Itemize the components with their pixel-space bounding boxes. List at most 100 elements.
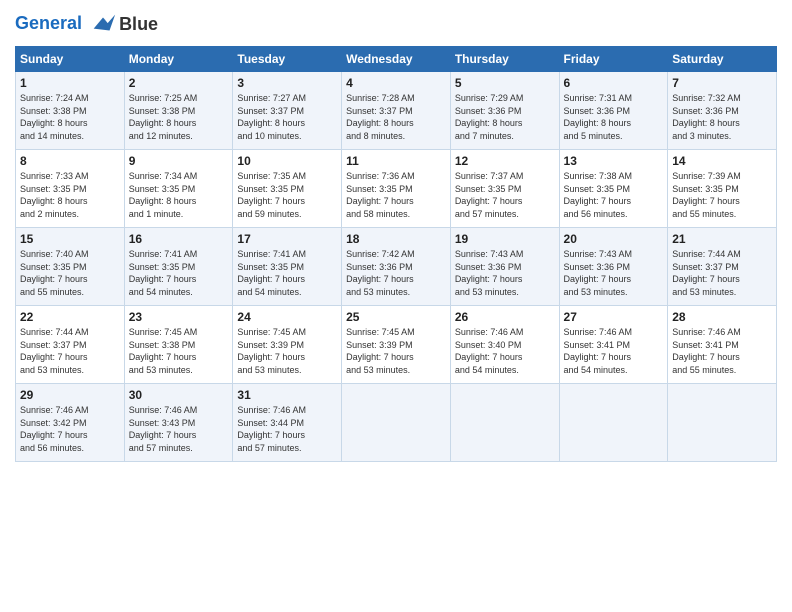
calendar-cell [450, 384, 559, 462]
calendar-week-row: 8 Sunrise: 7:33 AMSunset: 3:35 PMDaylight… [16, 150, 777, 228]
logo-bird-icon [89, 10, 117, 38]
calendar-cell: 24Sunrise: 7:45 AMSunset: 3:39 PMDayligh… [233, 306, 342, 384]
day-number: 9 [129, 154, 229, 168]
day-info: Sunrise: 7:39 AMSunset: 3:35 PMDaylight:… [672, 170, 772, 220]
calendar-cell: 6 Sunrise: 7:31 AMSunset: 3:36 PMDaylight… [559, 72, 668, 150]
logo: General Blue [15, 10, 158, 38]
day-number: 14 [672, 154, 772, 168]
calendar-cell: 17Sunrise: 7:41 AMSunset: 3:35 PMDayligh… [233, 228, 342, 306]
day-info: Sunrise: 7:44 AMSunset: 3:37 PMDaylight:… [20, 326, 120, 376]
day-info: Sunrise: 7:31 AMSunset: 3:36 PMDaylight:… [564, 92, 664, 142]
calendar-cell: 21Sunrise: 7:44 AMSunset: 3:37 PMDayligh… [668, 228, 777, 306]
calendar-cell: 28 Sunrise: 7:46 AMSunset: 3:41 PMDayligh… [668, 306, 777, 384]
day-info: Sunrise: 7:45 AMSunset: 3:39 PMDaylight:… [237, 326, 337, 376]
day-info: Sunrise: 7:46 AMSunset: 3:42 PMDaylight:… [20, 404, 120, 454]
weekday-header-row: SundayMondayTuesdayWednesdayThursdayFrid… [16, 47, 777, 72]
calendar-cell: 1 Sunrise: 7:24 AMSunset: 3:38 PMDaylight… [16, 72, 125, 150]
day-number: 5 [455, 76, 555, 90]
calendar-week-row: 15Sunrise: 7:40 AMSunset: 3:35 PMDayligh… [16, 228, 777, 306]
day-number: 22 [20, 310, 120, 324]
calendar-cell [342, 384, 451, 462]
calendar-cell: 12Sunrise: 7:37 AMSunset: 3:35 PMDayligh… [450, 150, 559, 228]
page-container: General Blue SundayMondayTuesdayWednesda… [0, 0, 792, 472]
calendar-cell: 7 Sunrise: 7:32 AMSunset: 3:36 PMDaylight… [668, 72, 777, 150]
day-number: 13 [564, 154, 664, 168]
calendar-cell: 14 Sunrise: 7:39 AMSunset: 3:35 PMDayligh… [668, 150, 777, 228]
day-number: 4 [346, 76, 446, 90]
weekday-header: Wednesday [342, 47, 451, 72]
day-info: Sunrise: 7:29 AMSunset: 3:36 PMDaylight:… [455, 92, 555, 142]
day-info: Sunrise: 7:24 AMSunset: 3:38 PMDaylight:… [20, 92, 120, 142]
calendar-cell: 11Sunrise: 7:36 AMSunset: 3:35 PMDayligh… [342, 150, 451, 228]
day-info: Sunrise: 7:25 AMSunset: 3:38 PMDaylight:… [129, 92, 229, 142]
weekday-header: Friday [559, 47, 668, 72]
calendar-cell: 20 Sunrise: 7:43 AMSunset: 3:36 PMDayligh… [559, 228, 668, 306]
weekday-header: Monday [124, 47, 233, 72]
calendar-week-row: 22 Sunrise: 7:44 AMSunset: 3:37 PMDayligh… [16, 306, 777, 384]
calendar-week-row: 1 Sunrise: 7:24 AMSunset: 3:38 PMDaylight… [16, 72, 777, 150]
calendar-cell: 13Sunrise: 7:38 AMSunset: 3:35 PMDayligh… [559, 150, 668, 228]
day-number: 10 [237, 154, 337, 168]
calendar-cell: 30Sunrise: 7:46 AMSunset: 3:43 PMDayligh… [124, 384, 233, 462]
day-number: 8 [20, 154, 120, 168]
day-info: Sunrise: 7:35 AMSunset: 3:35 PMDaylight:… [237, 170, 337, 220]
calendar-cell: 16Sunrise: 7:41 AMSunset: 3:35 PMDayligh… [124, 228, 233, 306]
day-info: Sunrise: 7:43 AMSunset: 3:36 PMDaylight:… [455, 248, 555, 298]
weekday-header: Tuesday [233, 47, 342, 72]
day-info: Sunrise: 7:46 AMSunset: 3:41 PMDaylight:… [564, 326, 664, 376]
day-number: 1 [20, 76, 120, 90]
day-info: Sunrise: 7:32 AMSunset: 3:36 PMDaylight:… [672, 92, 772, 142]
day-info: Sunrise: 7:41 AMSunset: 3:35 PMDaylight:… [237, 248, 337, 298]
day-number: 19 [455, 232, 555, 246]
day-info: Sunrise: 7:45 AMSunset: 3:39 PMDaylight:… [346, 326, 446, 376]
day-info: Sunrise: 7:44 AMSunset: 3:37 PMDaylight:… [672, 248, 772, 298]
day-number: 7 [672, 76, 772, 90]
calendar-cell: 19 Sunrise: 7:43 AMSunset: 3:36 PMDayligh… [450, 228, 559, 306]
calendar-cell: 25 Sunrise: 7:45 AMSunset: 3:39 PMDayligh… [342, 306, 451, 384]
calendar-cell: 4 Sunrise: 7:28 AMSunset: 3:37 PMDaylight… [342, 72, 451, 150]
logo-blue: Blue [119, 14, 158, 35]
calendar-cell: 2 Sunrise: 7:25 AMSunset: 3:38 PMDaylight… [124, 72, 233, 150]
day-info: Sunrise: 7:27 AMSunset: 3:37 PMDaylight:… [237, 92, 337, 142]
day-number: 6 [564, 76, 664, 90]
day-number: 26 [455, 310, 555, 324]
day-number: 18 [346, 232, 446, 246]
day-info: Sunrise: 7:28 AMSunset: 3:37 PMDaylight:… [346, 92, 446, 142]
day-info: Sunrise: 7:46 AMSunset: 3:40 PMDaylight:… [455, 326, 555, 376]
day-info: Sunrise: 7:43 AMSunset: 3:36 PMDaylight:… [564, 248, 664, 298]
calendar-table: SundayMondayTuesdayWednesdayThursdayFrid… [15, 46, 777, 462]
calendar-cell: 3 Sunrise: 7:27 AMSunset: 3:37 PMDaylight… [233, 72, 342, 150]
day-number: 28 [672, 310, 772, 324]
calendar-cell: 10 Sunrise: 7:35 AMSunset: 3:35 PMDayligh… [233, 150, 342, 228]
day-number: 27 [564, 310, 664, 324]
calendar-cell: 5 Sunrise: 7:29 AMSunset: 3:36 PMDaylight… [450, 72, 559, 150]
calendar-cell: 15Sunrise: 7:40 AMSunset: 3:35 PMDayligh… [16, 228, 125, 306]
calendar-cell: 31Sunrise: 7:46 AMSunset: 3:44 PMDayligh… [233, 384, 342, 462]
logo-general: General [15, 13, 82, 33]
day-number: 25 [346, 310, 446, 324]
calendar-cell: 22 Sunrise: 7:44 AMSunset: 3:37 PMDayligh… [16, 306, 125, 384]
calendar-cell [559, 384, 668, 462]
calendar-cell: 27 Sunrise: 7:46 AMSunset: 3:41 PMDayligh… [559, 306, 668, 384]
day-number: 16 [129, 232, 229, 246]
day-number: 23 [129, 310, 229, 324]
day-info: Sunrise: 7:46 AMSunset: 3:41 PMDaylight:… [672, 326, 772, 376]
day-info: Sunrise: 7:36 AMSunset: 3:35 PMDaylight:… [346, 170, 446, 220]
day-number: 20 [564, 232, 664, 246]
day-info: Sunrise: 7:42 AMSunset: 3:36 PMDaylight:… [346, 248, 446, 298]
calendar-cell [668, 384, 777, 462]
calendar-cell: 26 Sunrise: 7:46 AMSunset: 3:40 PMDayligh… [450, 306, 559, 384]
day-number: 15 [20, 232, 120, 246]
day-info: Sunrise: 7:46 AMSunset: 3:43 PMDaylight:… [129, 404, 229, 454]
calendar-cell: 8 Sunrise: 7:33 AMSunset: 3:35 PMDaylight… [16, 150, 125, 228]
day-number: 3 [237, 76, 337, 90]
day-info: Sunrise: 7:45 AMSunset: 3:38 PMDaylight:… [129, 326, 229, 376]
weekday-header: Sunday [16, 47, 125, 72]
calendar-cell: 9Sunrise: 7:34 AMSunset: 3:35 PMDaylight… [124, 150, 233, 228]
day-number: 31 [237, 388, 337, 402]
day-info: Sunrise: 7:33 AMSunset: 3:35 PMDaylight:… [20, 170, 120, 220]
weekday-header: Saturday [668, 47, 777, 72]
header: General Blue [15, 10, 777, 38]
day-number: 29 [20, 388, 120, 402]
day-number: 2 [129, 76, 229, 90]
